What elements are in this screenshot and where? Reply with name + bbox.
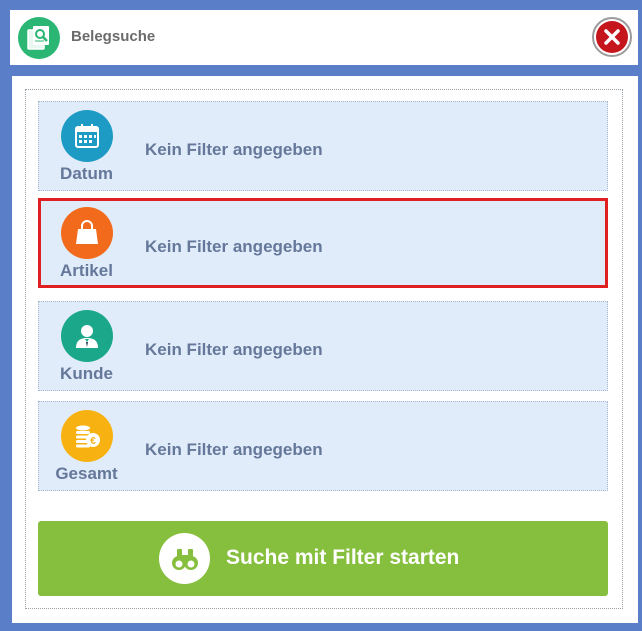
person-icon	[61, 310, 113, 362]
close-button[interactable]	[592, 17, 632, 57]
filter-row-gesamt[interactable]: € Gesamt Kein Filter angegeben	[38, 401, 608, 491]
calendar-icon	[61, 110, 113, 162]
filter-row-artikel[interactable]: Artikel Kein Filter angegeben	[38, 198, 608, 288]
filter-value-gesamt: Kein Filter angegeben	[145, 440, 323, 459]
filter-row-kunde[interactable]: Kunde Kein Filter angegeben	[38, 301, 608, 391]
filter-row-datum[interactable]: Datum Kein Filter angegeben	[38, 101, 608, 191]
filter-label-datum: Datum	[60, 164, 113, 183]
document-search-icon	[18, 17, 60, 59]
svg-text:€: €	[90, 436, 96, 447]
filter-value-kunde: Kein Filter angegeben	[145, 340, 323, 359]
window-title: Belegsuche	[71, 28, 156, 45]
coins-euro-icon: €	[61, 410, 113, 462]
shopping-bag-icon	[61, 207, 113, 259]
dialog-content: Datum Kein Filter angegeben Artikel Kein…	[12, 76, 638, 623]
filter-label-gesamt: Gesamt	[55, 464, 118, 483]
start-search-button[interactable]: Suche mit Filter starten	[38, 521, 608, 596]
filter-value-datum: Kein Filter angegeben	[145, 140, 323, 159]
filter-value-artikel: Kein Filter angegeben	[145, 237, 323, 256]
binoculars-icon	[159, 533, 210, 584]
close-icon	[596, 21, 628, 53]
filter-label-kunde: Kunde	[60, 364, 113, 383]
title-bar: Belegsuche	[10, 10, 638, 65]
filter-label-artikel: Artikel	[60, 261, 113, 280]
start-search-label: Suche mit Filter starten	[226, 546, 460, 569]
